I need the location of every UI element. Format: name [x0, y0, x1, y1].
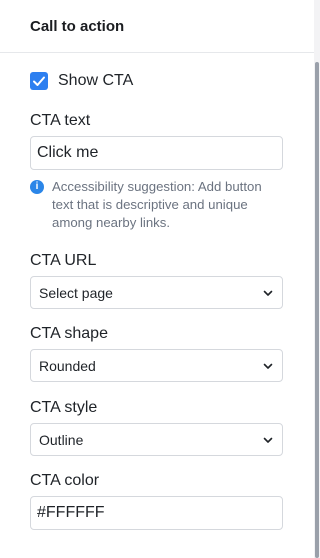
cta-style-select[interactable]: Outline	[30, 423, 283, 456]
cta-shape-value: Rounded	[39, 357, 96, 374]
panel-header: Call to action	[0, 0, 314, 53]
cta-text-input[interactable]: Click me	[30, 136, 283, 170]
checkmark-icon	[33, 76, 45, 86]
scrollbar-thumb[interactable]	[315, 62, 319, 558]
cta-style-value: Outline	[39, 431, 84, 448]
show-cta-label: Show CTA	[58, 72, 134, 89]
show-cta-checkbox[interactable]	[30, 72, 48, 90]
chevron-down-icon	[263, 437, 273, 443]
cta-color-label: CTA color	[30, 472, 100, 489]
chevron-down-icon	[263, 290, 273, 296]
cta-color-value: #FFFFFF	[37, 504, 105, 521]
cta-url-select[interactable]: Select page	[30, 276, 283, 309]
cta-url-value: Select page	[39, 284, 113, 301]
chevron-down-icon	[263, 363, 273, 369]
cta-url-label: CTA URL	[30, 252, 97, 269]
cta-shape-select[interactable]: Rounded	[30, 349, 283, 382]
scrollbar-track[interactable]	[314, 0, 320, 558]
cta-text-label: CTA text	[30, 112, 91, 129]
cta-text-value: Click me	[37, 144, 99, 161]
accessibility-note: i Accessibility suggestion: Add button t…	[30, 178, 282, 232]
show-cta-row[interactable]: Show CTA	[30, 66, 133, 96]
cta-shape-label: CTA shape	[30, 325, 108, 342]
info-icon: i	[30, 180, 44, 194]
cta-color-input[interactable]: #FFFFFF	[30, 496, 283, 530]
cta-style-label: CTA style	[30, 399, 98, 416]
panel-title: Call to action	[30, 17, 125, 35]
accessibility-note-text: Accessibility suggestion: Add button tex…	[52, 179, 262, 230]
